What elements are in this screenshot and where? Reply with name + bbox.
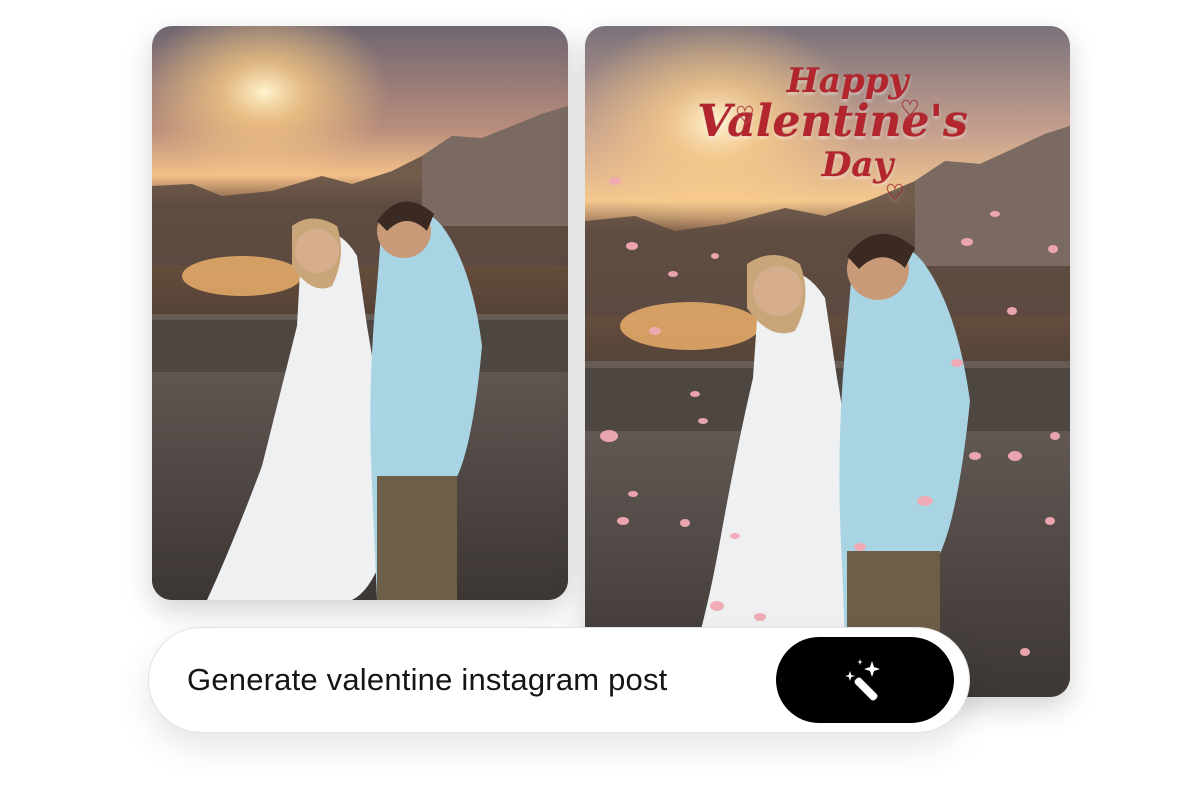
original-photo <box>152 26 568 600</box>
generated-photo-card: ♡ ♡ ♡ Happy Valentine's Day <box>585 26 1070 697</box>
prompt-input[interactable]: Generate valentine instagram post <box>187 628 668 732</box>
generate-button[interactable] <box>776 637 954 723</box>
magic-wand-sparkle-icon <box>845 659 880 701</box>
prompt-input-bar[interactable]: Generate valentine instagram post <box>148 627 970 733</box>
generated-photo <box>585 26 1070 697</box>
original-photo-card <box>152 26 568 600</box>
